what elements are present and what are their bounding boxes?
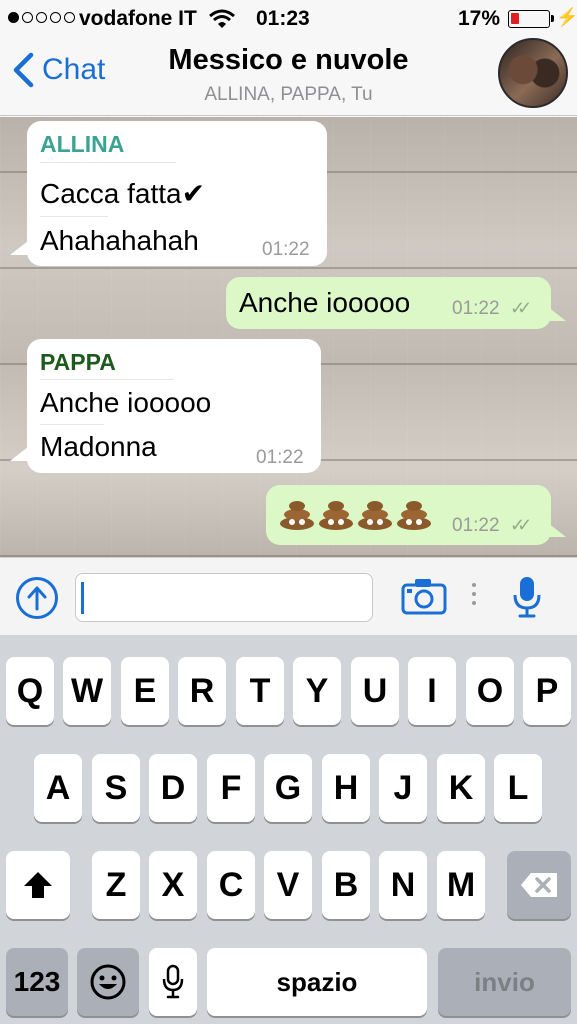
emoji-key[interactable] bbox=[77, 948, 139, 1016]
send-key[interactable]: invio bbox=[438, 948, 571, 1016]
battery-nub bbox=[551, 15, 554, 22]
message-bubble-outgoing[interactable]: 01:22 ✓✓ bbox=[266, 485, 551, 545]
key-r[interactable]: R bbox=[178, 657, 226, 725]
camera-icon bbox=[401, 579, 447, 615]
divider bbox=[40, 424, 104, 425]
bubble-tail bbox=[10, 447, 28, 461]
smiley-icon bbox=[90, 964, 126, 1000]
key-u[interactable]: U bbox=[351, 657, 399, 725]
key-b[interactable]: B bbox=[322, 851, 370, 919]
dictation-key[interactable] bbox=[149, 948, 197, 1016]
shift-arrow-icon bbox=[24, 872, 52, 898]
divider bbox=[40, 216, 108, 217]
divider bbox=[40, 162, 176, 163]
key-m[interactable]: M bbox=[437, 851, 485, 919]
attach-button[interactable] bbox=[16, 577, 58, 619]
key-l[interactable]: L bbox=[494, 754, 542, 822]
key-x[interactable]: X bbox=[149, 851, 197, 919]
key-d[interactable]: D bbox=[149, 754, 197, 822]
key-g[interactable]: G bbox=[264, 754, 312, 822]
group-avatar[interactable] bbox=[498, 38, 568, 108]
message-text: Madonna bbox=[40, 431, 157, 462]
wifi-icon bbox=[209, 9, 235, 35]
bubble-tail bbox=[10, 241, 28, 255]
key-o[interactable]: O bbox=[466, 657, 514, 725]
key-z[interactable]: Z bbox=[92, 851, 140, 919]
message-time: 01:22 bbox=[256, 447, 304, 468]
key-a[interactable]: A bbox=[34, 754, 82, 822]
backspace-key[interactable] bbox=[507, 851, 571, 919]
battery-icon bbox=[508, 10, 550, 28]
message-sender: ALLINA bbox=[40, 131, 125, 157]
message-text: Anche iooooo bbox=[239, 287, 411, 318]
message-text: Ahahahahah bbox=[40, 225, 199, 256]
space-key[interactable]: spazio bbox=[207, 948, 427, 1016]
delete-backward-icon bbox=[521, 873, 557, 897]
microphone-icon bbox=[162, 964, 184, 999]
text-cursor bbox=[81, 582, 84, 614]
shift-key[interactable] bbox=[6, 851, 70, 919]
navigation-bar: Chat Messico e nuvole ALLINA, PAPPA, Tu bbox=[0, 36, 577, 116]
key-e[interactable]: E bbox=[121, 657, 169, 725]
charging-bolt-icon: ⚡ bbox=[556, 7, 577, 27]
key-c[interactable]: C bbox=[207, 851, 255, 919]
composer-bar bbox=[0, 557, 577, 635]
message-input[interactable] bbox=[75, 573, 373, 622]
key-q[interactable]: Q bbox=[6, 657, 54, 725]
key-h[interactable]: H bbox=[322, 754, 370, 822]
status-bar: vodafone IT 01:23 17% ⚡ bbox=[0, 0, 577, 36]
emoji-row bbox=[280, 500, 436, 530]
message-sender: PAPPA bbox=[40, 349, 116, 375]
key-n[interactable]: N bbox=[379, 851, 427, 919]
keyboard: Q W E R T Y U I O P A S D F G H J K L Z … bbox=[0, 635, 577, 1024]
battery-percent: 17% bbox=[458, 7, 501, 30]
key-w[interactable]: W bbox=[63, 657, 111, 725]
microphone-icon bbox=[513, 577, 541, 618]
arrow-up-icon bbox=[27, 586, 47, 611]
chat-messages[interactable]: ALLINA Cacca fatta✔ Ahahahahah 01:22 Anc… bbox=[0, 117, 577, 557]
key-s[interactable]: S bbox=[92, 754, 140, 822]
pile-of-poo-icon bbox=[397, 500, 431, 530]
key-k[interactable]: K bbox=[437, 754, 485, 822]
divider bbox=[40, 379, 174, 380]
pile-of-poo-icon bbox=[280, 500, 314, 530]
read-receipt-icon: ✓✓ bbox=[510, 298, 532, 318]
message-time: 01:22 bbox=[452, 515, 500, 536]
key-f[interactable]: F bbox=[207, 754, 255, 822]
message-time: 01:22 bbox=[452, 298, 500, 319]
carrier-name: vodafone IT bbox=[79, 7, 197, 30]
chat-title[interactable]: Messico e nuvole bbox=[0, 44, 577, 77]
key-t[interactable]: T bbox=[236, 657, 284, 725]
pile-of-poo-icon bbox=[358, 500, 392, 530]
message-text: Anche iooooo bbox=[40, 387, 212, 418]
message-bubble-outgoing[interactable]: Anche iooooo 01:22 ✓✓ bbox=[226, 277, 551, 329]
chat-participants: ALLINA, PAPPA, Tu bbox=[204, 84, 373, 105]
key-v[interactable]: V bbox=[264, 851, 312, 919]
numbers-key[interactable]: 123 bbox=[6, 948, 68, 1016]
key-i[interactable]: I bbox=[408, 657, 456, 725]
microphone-button[interactable] bbox=[512, 575, 542, 624]
key-p[interactable]: P bbox=[523, 657, 571, 725]
read-receipt-icon: ✓✓ bbox=[510, 515, 532, 535]
pile-of-poo-icon bbox=[319, 500, 353, 530]
message-text: Cacca fatta✔ bbox=[40, 178, 206, 209]
message-bubble-incoming[interactable]: ALLINA Cacca fatta✔ Ahahahahah 01:22 bbox=[27, 121, 327, 266]
message-bubble-incoming[interactable]: PAPPA Anche iooooo Madonna 01:22 bbox=[27, 339, 321, 473]
more-options-icon[interactable] bbox=[472, 583, 476, 605]
key-y[interactable]: Y bbox=[293, 657, 341, 725]
signal-strength-icon bbox=[8, 12, 75, 23]
camera-button[interactable] bbox=[401, 577, 447, 620]
status-time: 01:23 bbox=[256, 7, 310, 30]
message-time: 01:22 bbox=[262, 239, 310, 260]
key-j[interactable]: J bbox=[379, 754, 427, 822]
